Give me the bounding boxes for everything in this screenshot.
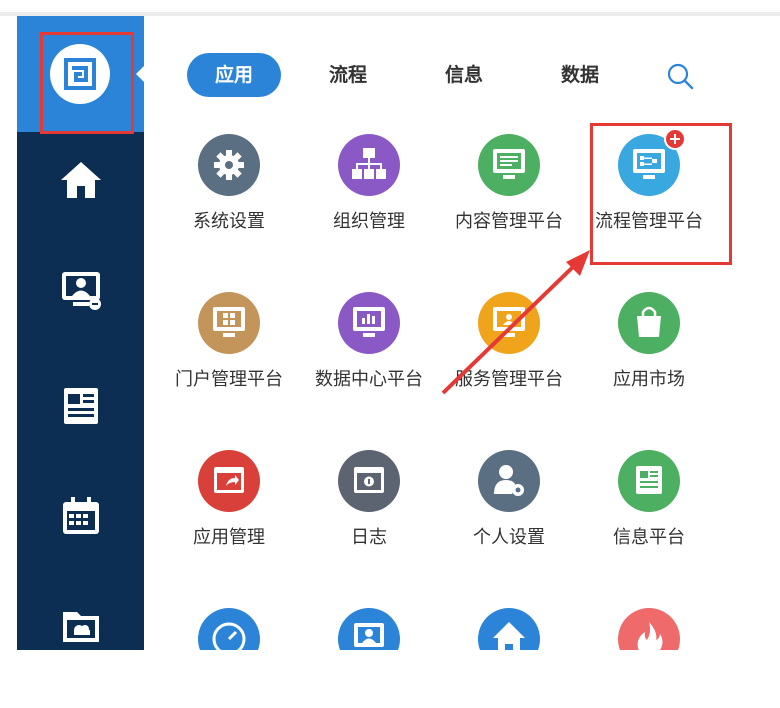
- app-service-management[interactable]: 服务管理平台: [439, 292, 579, 392]
- app-label: 数据中心平台: [315, 369, 423, 390]
- monitor-grid-icon: [198, 292, 260, 354]
- calendar-icon[interactable]: [57, 492, 105, 540]
- app-label: 服务管理平台: [455, 369, 563, 390]
- shopping-bag-icon: [618, 292, 680, 354]
- monitor-doc-icon: [478, 134, 540, 196]
- app-monitor-user[interactable]: [299, 608, 439, 650]
- app-label: 日志: [351, 527, 387, 548]
- home-icon[interactable]: [57, 156, 105, 204]
- app-label: 应用管理: [193, 527, 265, 548]
- app-label: 应用市场: [613, 369, 685, 390]
- window-log-icon: [338, 450, 400, 512]
- app-organization[interactable]: 组织管理: [299, 134, 439, 234]
- app-personal-settings[interactable]: 个人设置: [439, 450, 579, 550]
- gear-icon: [198, 134, 260, 196]
- app-label: 组织管理: [333, 211, 405, 232]
- clock-icon: [198, 608, 260, 650]
- app-label: 系统设置: [193, 211, 265, 232]
- app-clock[interactable]: [159, 608, 299, 650]
- app-label: 门户管理平台: [175, 369, 283, 390]
- app-data-center[interactable]: 数据中心平台: [299, 292, 439, 392]
- app-application-management[interactable]: 应用管理: [159, 450, 299, 550]
- app-label: 信息平台: [613, 527, 685, 548]
- org-chart-icon: [338, 134, 400, 196]
- app-grid: 系统设置 组织管理 内容管理平台 流程管理平台 门户管理平台 数据中心平台 服务…: [144, 16, 780, 650]
- app-fire[interactable]: [579, 608, 719, 650]
- news-icon[interactable]: [57, 382, 105, 430]
- monitor-user-icon[interactable]: [57, 266, 105, 314]
- app-home[interactable]: [439, 608, 579, 650]
- app-info-platform[interactable]: 信息平台: [579, 450, 719, 550]
- user-gear-icon: [478, 450, 540, 512]
- newspaper-icon: [618, 450, 680, 512]
- app-highlight-box: [590, 123, 732, 265]
- active-indicator: [136, 66, 144, 82]
- app-content-management[interactable]: 内容管理平台: [439, 134, 579, 234]
- cloud-folder-icon[interactable]: [57, 600, 105, 648]
- app-market[interactable]: 应用市场: [579, 292, 719, 392]
- app-log[interactable]: 日志: [299, 450, 439, 550]
- monitor-service-icon: [478, 292, 540, 354]
- logo-highlight-box: [40, 32, 134, 134]
- app-portal-management[interactable]: 门户管理平台: [159, 292, 299, 392]
- home-icon: [478, 608, 540, 650]
- monitor-chart-icon: [338, 292, 400, 354]
- app-label: 个人设置: [473, 527, 545, 548]
- fire-icon: [618, 608, 680, 650]
- app-system-settings[interactable]: 系统设置: [159, 134, 299, 234]
- monitor-user-icon: [338, 608, 400, 650]
- app-label: 内容管理平台: [455, 211, 563, 232]
- window-share-icon: [198, 450, 260, 512]
